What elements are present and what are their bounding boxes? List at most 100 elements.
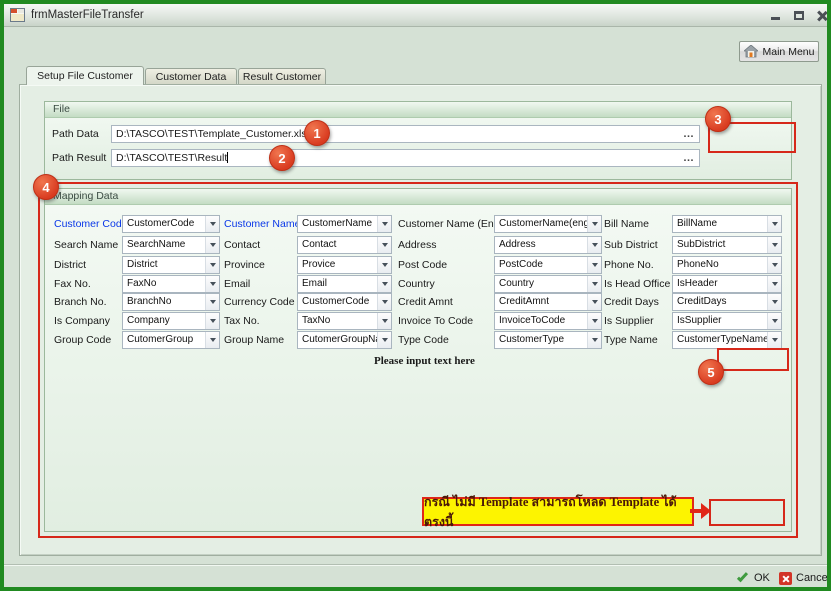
combo-value: CreditDays xyxy=(673,294,767,310)
chevron-down-icon[interactable] xyxy=(587,237,601,253)
home-icon xyxy=(744,45,758,58)
chevron-down-icon[interactable] xyxy=(377,276,391,292)
mapping-combo[interactable]: Email xyxy=(297,275,392,293)
mapping-combo[interactable]: PostCode xyxy=(494,256,602,274)
minimize-icon[interactable] xyxy=(768,9,783,22)
mapping-label: Currency Code xyxy=(224,293,295,311)
mapping-combo[interactable]: CustomerName xyxy=(297,215,392,233)
main-menu-button[interactable]: Main Menu xyxy=(739,41,819,62)
tab-setup-file-customer[interactable]: Setup File Customer xyxy=(26,66,144,85)
mapping-combo[interactable]: FaxNo xyxy=(122,275,220,293)
close-icon[interactable] xyxy=(814,9,829,22)
mapping-combo[interactable]: CustomerType xyxy=(494,331,602,349)
mapping-label: Contact xyxy=(224,236,260,254)
browse-path-data-button[interactable]: … xyxy=(679,126,699,142)
combo-value: FaxNo xyxy=(123,276,205,292)
file-group-title: File xyxy=(45,102,791,118)
mapping-combo[interactable]: IsHeader xyxy=(672,275,782,293)
mapping-combo[interactable]: CustomerName(eng) xyxy=(494,215,602,233)
chevron-down-icon[interactable] xyxy=(767,216,781,232)
chevron-down-icon[interactable] xyxy=(377,237,391,253)
mapping-combo[interactable]: CutomerGroupName xyxy=(297,331,392,349)
mapping-label: Fax No. xyxy=(54,275,91,293)
chevron-down-icon[interactable] xyxy=(587,313,601,329)
chevron-down-icon[interactable] xyxy=(767,237,781,253)
text-caret xyxy=(227,152,228,163)
chevron-down-icon[interactable] xyxy=(205,276,219,292)
mapping-combo[interactable]: BranchNo xyxy=(122,293,220,311)
chevron-down-icon[interactable] xyxy=(205,332,219,348)
mapping-combo[interactable]: Company xyxy=(122,312,220,330)
mapping-combo[interactable]: CustomerTypeName xyxy=(672,331,782,349)
chevron-down-icon[interactable] xyxy=(377,313,391,329)
path-data-value: D:\TASCO\TEST\Template_Customer.xls xyxy=(112,128,679,140)
chevron-down-icon[interactable] xyxy=(587,276,601,292)
mapping-combo[interactable]: CustomerCode xyxy=(122,215,220,233)
mapping-combo[interactable]: Country xyxy=(494,275,602,293)
mapping-combo[interactable]: CreditDays xyxy=(672,293,782,311)
mapping-combo[interactable]: TaxNo xyxy=(297,312,392,330)
mapping-label: Group Code xyxy=(54,331,111,349)
mapping-combo[interactable]: CutomerGroup xyxy=(122,331,220,349)
cancel-button[interactable]: Cancel xyxy=(796,572,830,584)
mapping-combo[interactable]: PhoneNo xyxy=(672,256,782,274)
tab-label: Result Customer xyxy=(243,71,321,83)
combo-value: Country xyxy=(495,276,587,292)
path-result-label: Path Result xyxy=(52,149,106,167)
combo-value: InvoiceToCode xyxy=(495,313,587,329)
chevron-down-icon[interactable] xyxy=(767,276,781,292)
mapping-label: Customer Name (Eng) xyxy=(398,215,503,233)
chevron-down-icon[interactable] xyxy=(767,294,781,310)
chevron-down-icon[interactable] xyxy=(205,294,219,310)
chevron-down-icon[interactable] xyxy=(587,257,601,273)
path-data-input[interactable]: D:\TASCO\TEST\Template_Customer.xls … xyxy=(111,125,700,143)
mapping-label: Bill Name xyxy=(604,215,649,233)
maximize-icon[interactable] xyxy=(791,9,806,22)
mapping-combo[interactable]: SubDistrict xyxy=(672,236,782,254)
mapping-label: Post Code xyxy=(398,256,447,274)
mapping-combo[interactable]: Contact xyxy=(297,236,392,254)
combo-value: CreditAmnt xyxy=(495,294,587,310)
mapping-label: Credit Days xyxy=(604,293,659,311)
ok-check-icon xyxy=(737,571,748,582)
combo-value: CustomerCode xyxy=(123,216,205,232)
chevron-down-icon[interactable] xyxy=(205,257,219,273)
path-result-input[interactable]: D:\TASCO\TEST\Result … xyxy=(111,149,700,167)
callout-arrow-head xyxy=(701,503,711,519)
chevron-down-icon[interactable] xyxy=(205,313,219,329)
tab-result-customer[interactable]: Result Customer xyxy=(238,68,326,85)
combo-value: CustomerTypeName xyxy=(673,332,767,348)
mapping-combo[interactable]: CustomerCode xyxy=(297,293,392,311)
chevron-down-icon[interactable] xyxy=(377,216,391,232)
ok-button[interactable]: OK xyxy=(754,572,770,584)
path-result-value: D:\TASCO\TEST\Result xyxy=(112,152,679,164)
mapping-combo[interactable]: BillName xyxy=(672,215,782,233)
annotation-circle-4: 4 xyxy=(33,174,59,200)
mapping-combo[interactable]: CreditAmnt xyxy=(494,293,602,311)
chevron-down-icon[interactable] xyxy=(587,216,601,232)
chevron-down-icon[interactable] xyxy=(377,257,391,273)
chevron-down-icon[interactable] xyxy=(205,237,219,253)
chevron-down-icon[interactable] xyxy=(767,313,781,329)
chevron-down-icon[interactable] xyxy=(377,294,391,310)
chevron-down-icon[interactable] xyxy=(377,332,391,348)
combo-value: CustomerCode xyxy=(298,294,377,310)
tab-label: Customer Data xyxy=(156,71,227,83)
chevron-down-icon[interactable] xyxy=(767,332,781,348)
mapping-label: Country xyxy=(398,275,435,293)
combo-value: CutomerGroup xyxy=(123,332,205,348)
annotation-circle-1: 1 xyxy=(304,120,330,146)
chevron-down-icon[interactable] xyxy=(205,216,219,232)
browse-path-result-button[interactable]: … xyxy=(679,150,699,166)
mapping-combo[interactable]: Address xyxy=(494,236,602,254)
mapping-label: Type Name xyxy=(604,331,658,349)
mapping-combo[interactable]: SearchName xyxy=(122,236,220,254)
mapping-combo[interactable]: District xyxy=(122,256,220,274)
chevron-down-icon[interactable] xyxy=(587,332,601,348)
mapping-combo[interactable]: IsSupplier xyxy=(672,312,782,330)
mapping-combo[interactable]: Provice xyxy=(297,256,392,274)
tab-customer-data[interactable]: Customer Data xyxy=(145,68,237,85)
mapping-combo[interactable]: InvoiceToCode xyxy=(494,312,602,330)
chevron-down-icon[interactable] xyxy=(587,294,601,310)
chevron-down-icon[interactable] xyxy=(767,257,781,273)
